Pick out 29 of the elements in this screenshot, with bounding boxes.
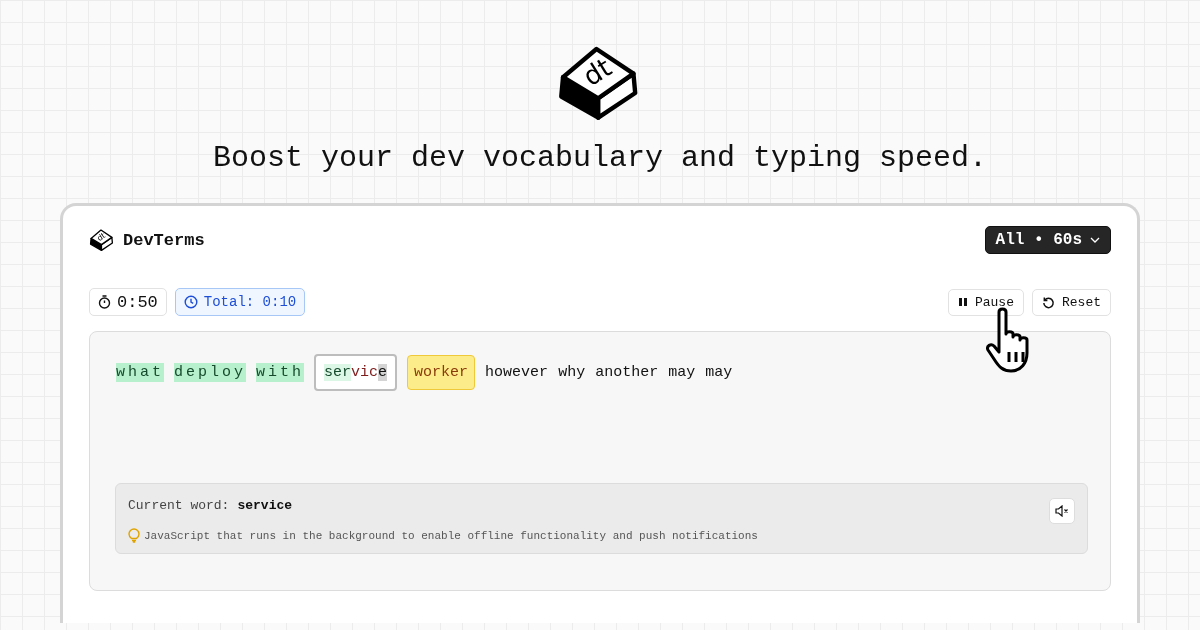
stopwatch-icon: [98, 295, 111, 310]
sound-button[interactable]: [1049, 498, 1075, 525]
upcoming-word: another: [595, 363, 659, 383]
next-word: worker: [407, 355, 476, 391]
upcoming-word: however: [485, 363, 549, 383]
mode-dropdown[interactable]: All • 60s: [984, 226, 1111, 255]
chevron-down-icon: [1090, 237, 1100, 244]
countdown-timer: 0:50: [89, 288, 167, 317]
total-time-badge: Total: 0:10: [174, 288, 306, 317]
word-definition: JavaScript that runs in the background to enable offline functionality and push notifications: [144, 529, 758, 542]
reset-icon: [1042, 295, 1055, 309]
headline: Boost your dev vocabulary and typing speed.: [212, 141, 988, 176]
upcoming-word: may: [705, 363, 733, 383]
typed-word: what: [116, 363, 164, 383]
pause-icon: [957, 297, 968, 308]
upcoming-word: why: [558, 363, 586, 383]
speaker-muted-icon: [1055, 505, 1069, 518]
upcoming-word: may: [668, 363, 696, 383]
current-word-label: Current word:: [128, 498, 230, 514]
app-name: DevTerms: [123, 230, 205, 250]
typing-area[interactable]: what deploy with service worker however why another may may Current word: service JavaScript that runs in the background to enable offline functionality and push notifications: [89, 331, 1111, 592]
pause-button[interactable]: Pause: [947, 288, 1024, 316]
typed-word: deploy: [174, 363, 247, 383]
clock-icon: [183, 295, 198, 310]
current-word-input: service: [314, 354, 398, 392]
reset-button[interactable]: Reset: [1032, 288, 1111, 316]
lightbulb-icon: [128, 528, 140, 544]
current-word: service: [237, 498, 293, 514]
typed-word: with: [256, 363, 305, 383]
